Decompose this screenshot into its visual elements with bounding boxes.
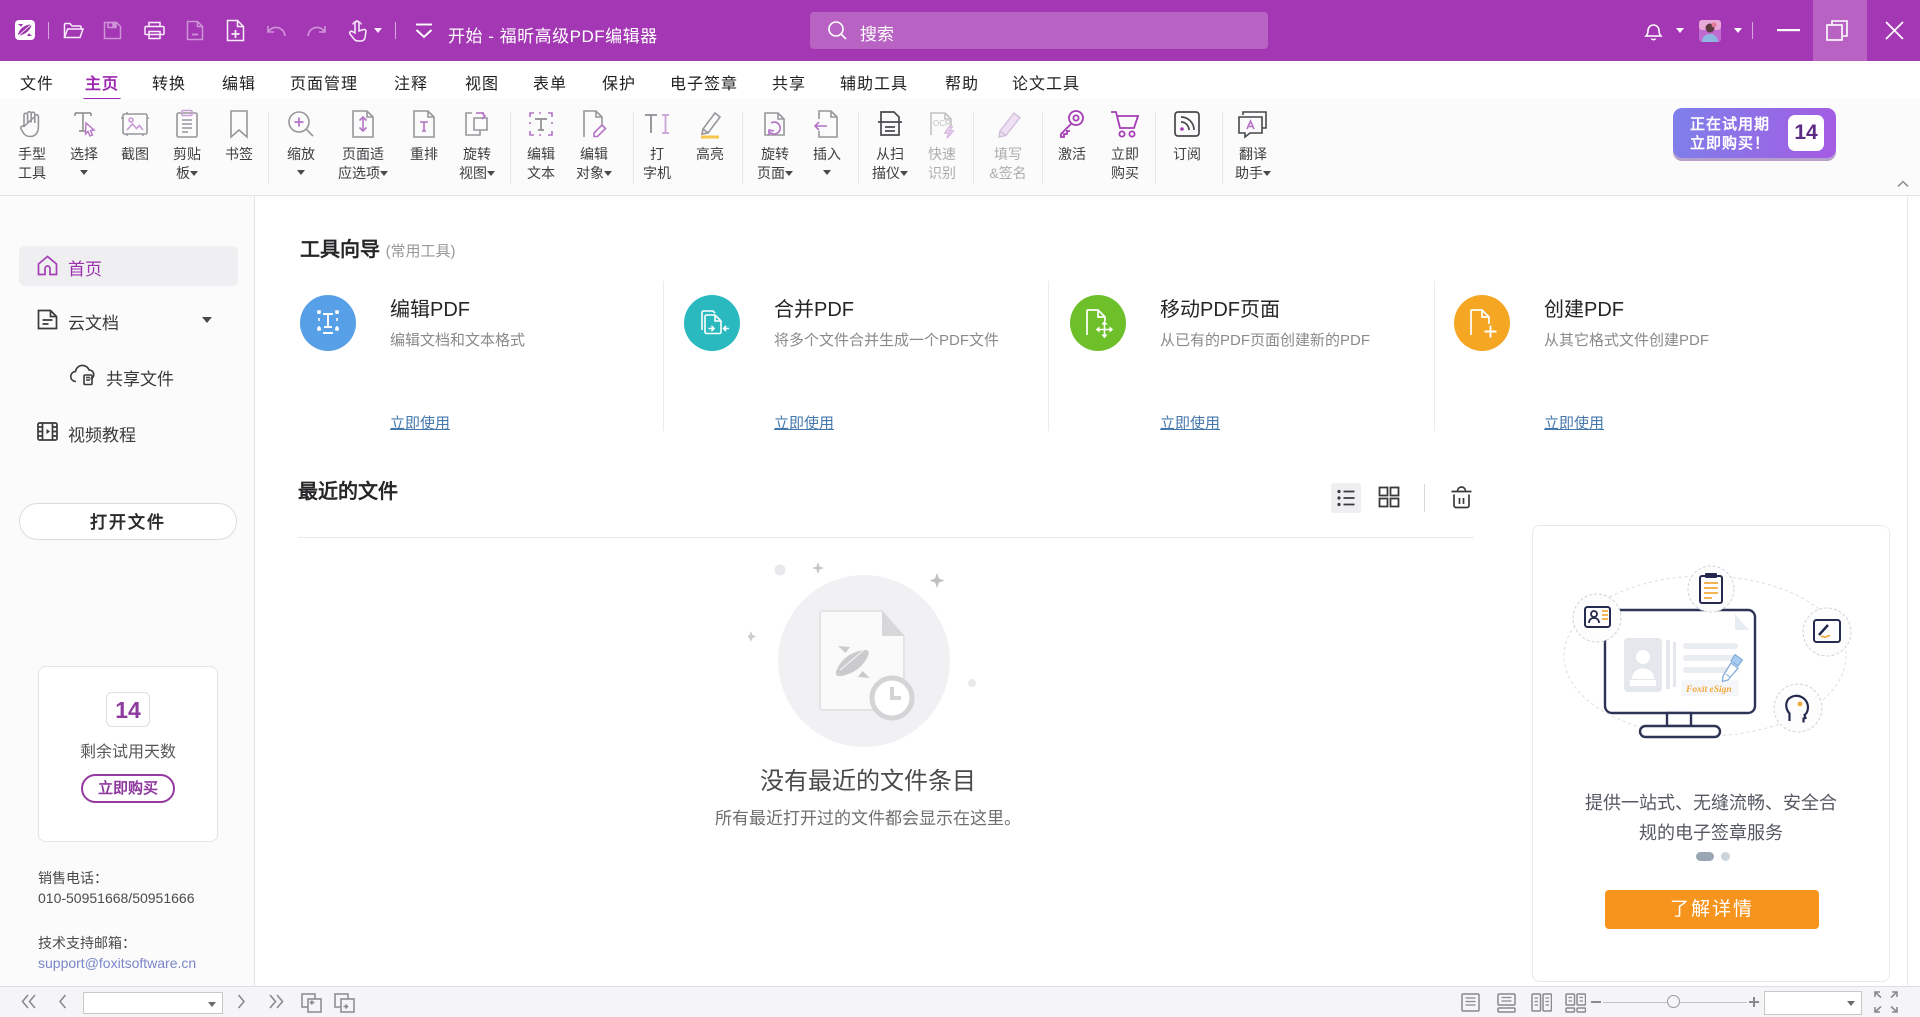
svg-text:Foxit eSign: Foxit eSign [1685,685,1732,695]
